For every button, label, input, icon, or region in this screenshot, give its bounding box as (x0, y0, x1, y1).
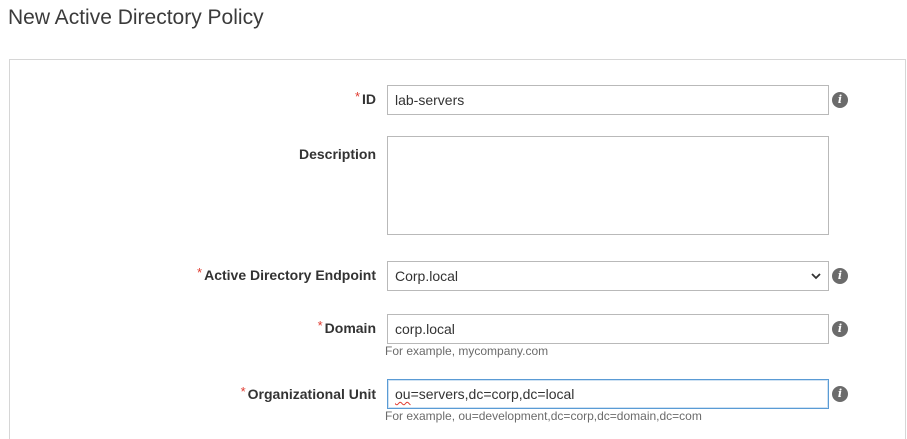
domain-hint: For example, mycompany.com (385, 344, 549, 358)
info-icon[interactable]: i (832, 321, 848, 337)
spellcheck-word: ou (395, 386, 411, 402)
endpoint-label: * Active Directory Endpoint (197, 265, 376, 283)
endpoint-select[interactable]: Corp.local (387, 261, 829, 291)
endpoint-selected-value: Corp.local (395, 268, 459, 284)
info-icon[interactable]: i (832, 92, 848, 108)
required-marker: * (240, 384, 246, 399)
required-marker: * (197, 265, 203, 280)
ou-input[interactable]: ou=servers,dc=corp,dc=local (387, 379, 829, 409)
domain-input[interactable]: corp.local (387, 314, 829, 344)
chevron-down-icon (811, 273, 821, 280)
required-marker: * (354, 89, 360, 104)
policy-form-panel: * ID lab-servers i Description * Active Di… (9, 59, 906, 439)
description-textarea[interactable] (387, 136, 829, 235)
required-marker: * (317, 318, 323, 333)
domain-label: * Domain (317, 318, 376, 336)
info-icon[interactable]: i (832, 386, 848, 402)
id-label: * ID (354, 89, 376, 107)
ou-label: * Organizational Unit (240, 384, 376, 402)
info-icon[interactable]: i (832, 268, 848, 284)
description-label: Description (298, 146, 376, 162)
ou-value: =servers,dc=corp,dc=local (410, 386, 575, 402)
id-input[interactable]: lab-servers (387, 85, 829, 115)
ou-hint: For example, ou=development,dc=corp,dc=d… (385, 409, 702, 423)
page-title: New Active Directory Policy (8, 6, 264, 29)
